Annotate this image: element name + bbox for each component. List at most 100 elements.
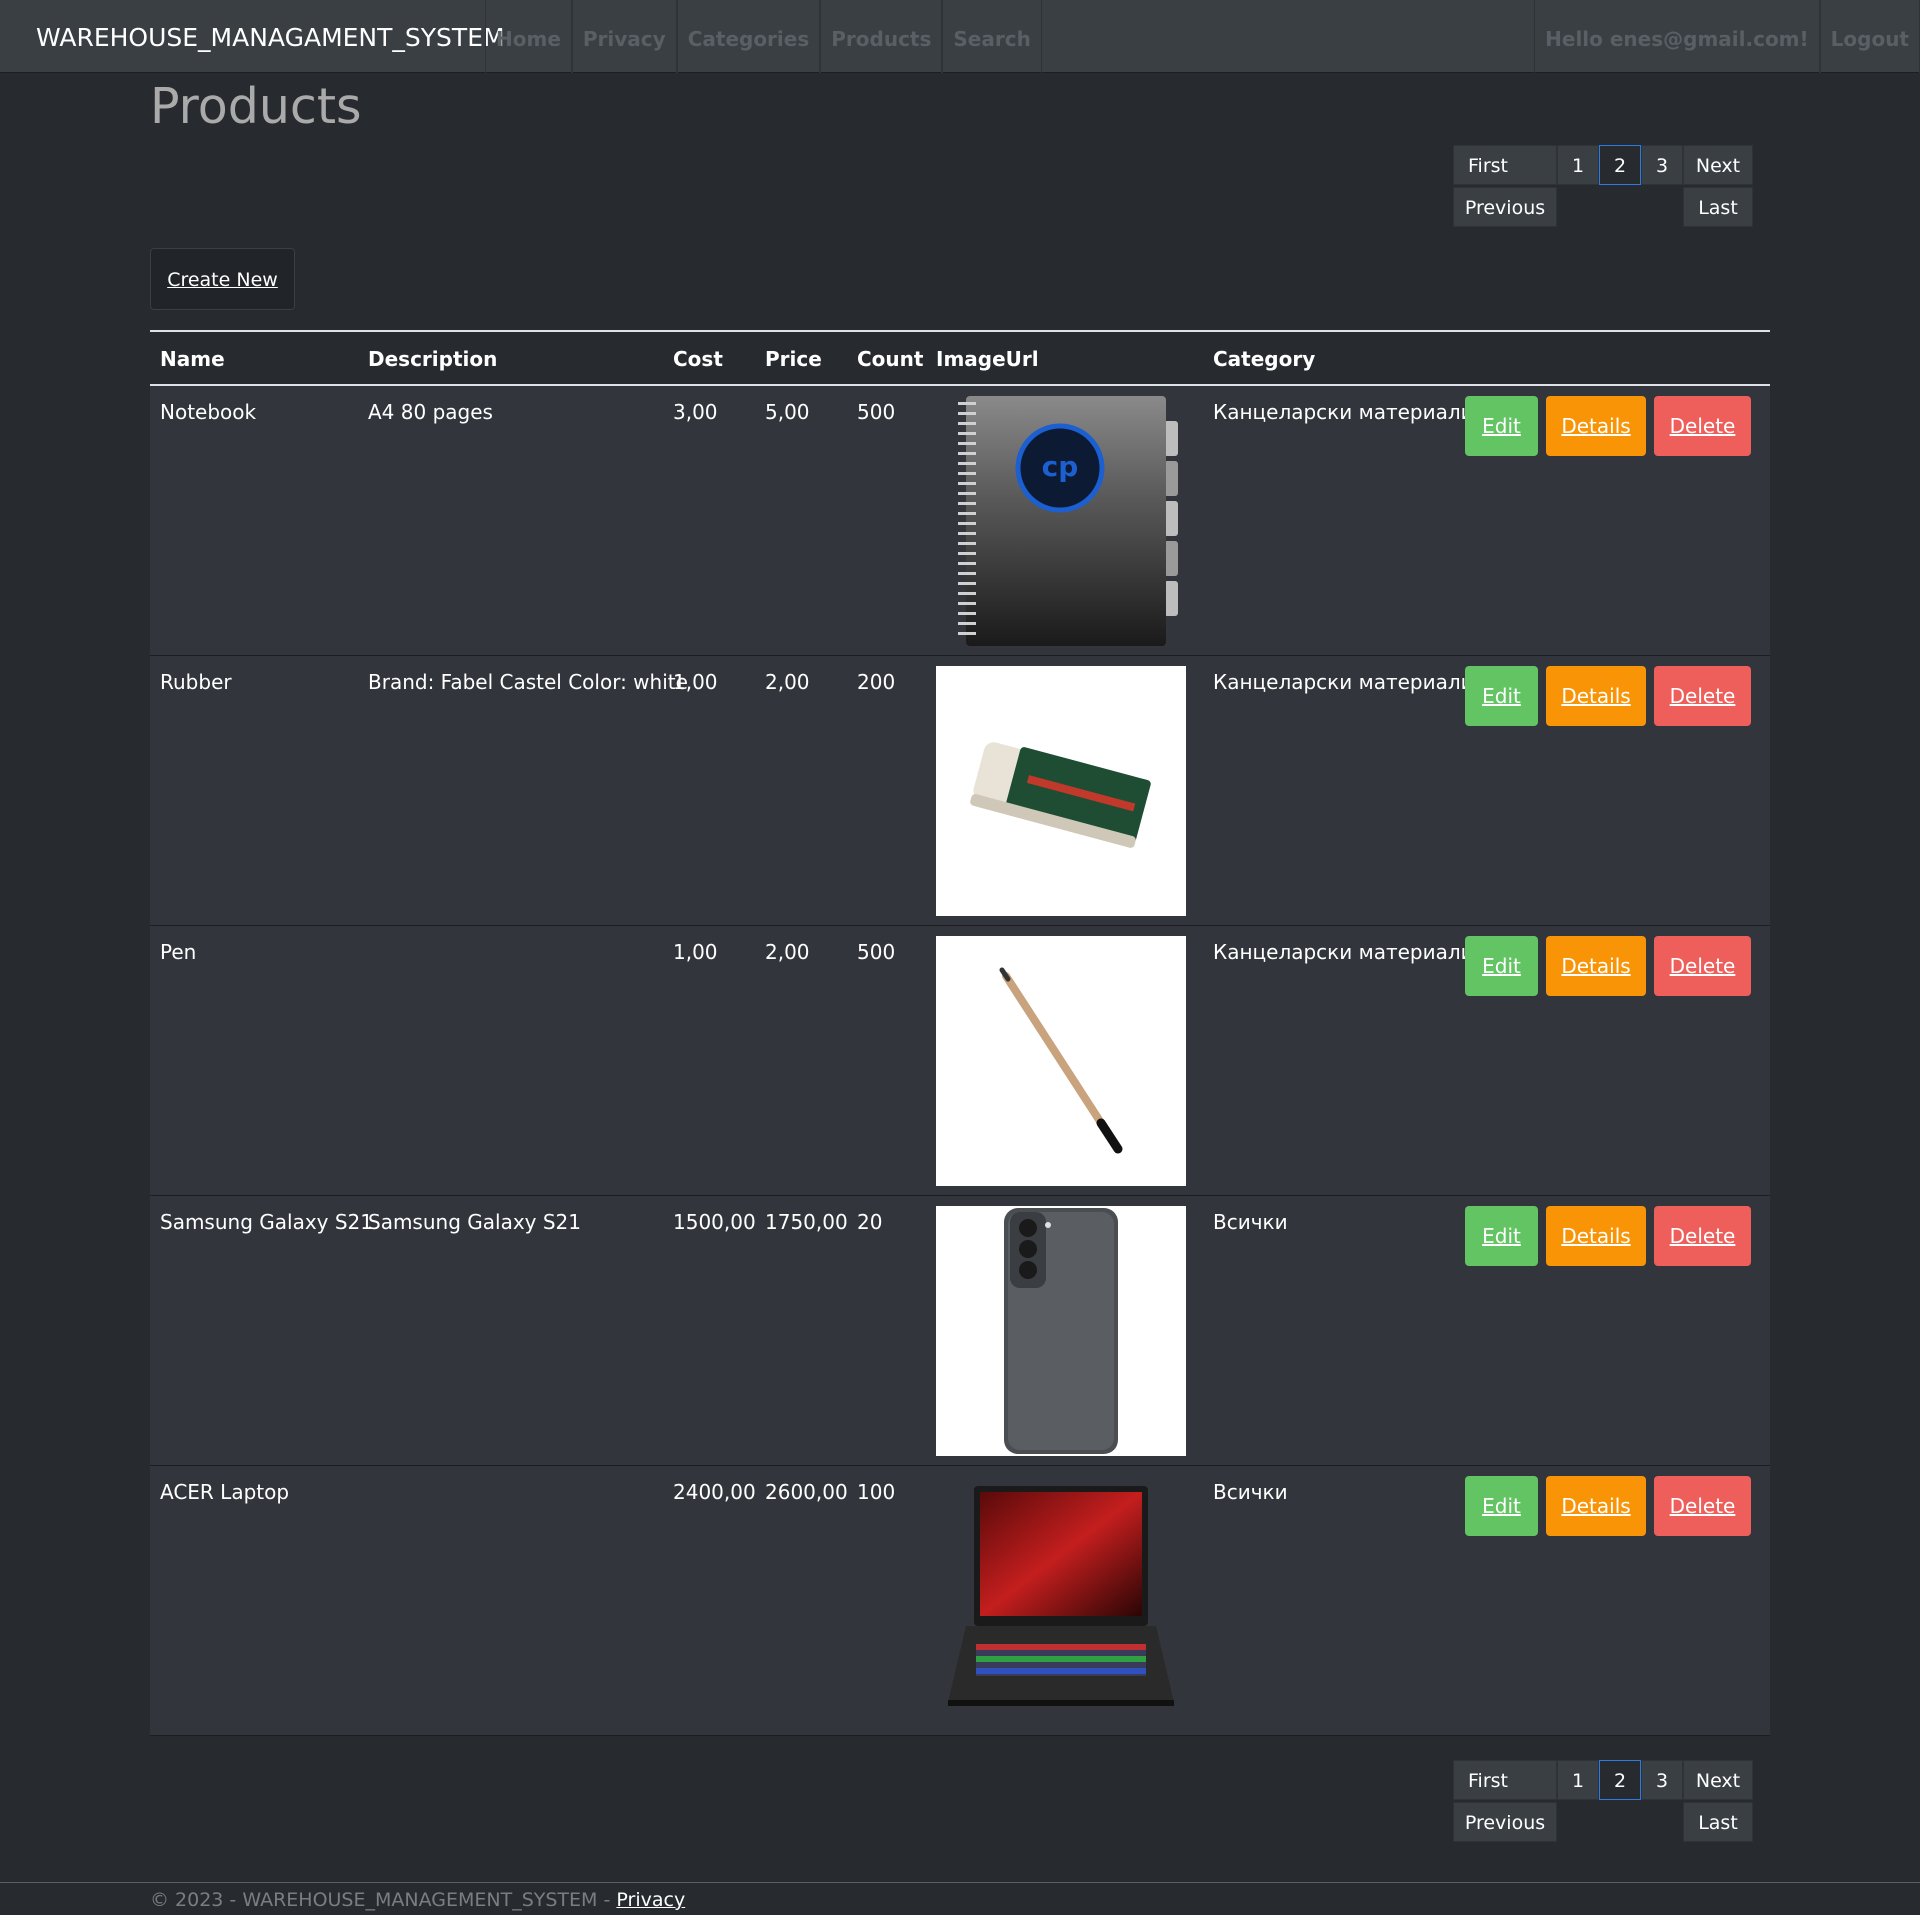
delete-button[interactable]: Delete (1654, 666, 1751, 726)
nav-links: Home Privacy Categories Products Search (485, 0, 1042, 73)
details-button[interactable]: Details (1546, 396, 1646, 456)
edit-button[interactable]: Edit (1465, 1476, 1538, 1536)
notebook-image: cp (936, 396, 1186, 646)
create-new-button[interactable]: Create New (150, 248, 295, 310)
cell-price: 1750,00 (765, 1210, 848, 1234)
cell-description: Samsung Galaxy S21 (368, 1210, 581, 1234)
header-category: Category (1213, 347, 1316, 371)
row-actions: Edit Details Delete (1465, 1476, 1759, 1536)
row-actions: Edit Details Delete (1465, 396, 1759, 456)
header-imageurl: ImageUrl (936, 347, 1039, 371)
table-row: ACER Laptop 2400,00 2600,00 100 Всички E… (150, 1466, 1770, 1736)
cell-cost: 1,00 (673, 940, 718, 964)
table-row: Samsung Galaxy S21 Samsung Galaxy S21 15… (150, 1196, 1770, 1466)
header-price: Price (765, 347, 822, 371)
cell-count: 500 (857, 940, 896, 964)
pencil-image (936, 936, 1186, 1186)
delete-button[interactable]: Delete (1654, 936, 1751, 996)
pager-page-1[interactable]: 1 (1557, 1760, 1599, 1800)
cell-count: 500 (857, 400, 896, 424)
nav-products[interactable]: Products (820, 0, 943, 73)
pager-page-2[interactable]: 2 (1599, 145, 1641, 185)
details-button[interactable]: Details (1546, 666, 1646, 726)
footer-text-wrap: © 2023 - WAREHOUSE_MANAGEMENT_SYSTEM - P… (150, 1889, 685, 1911)
pager-page-2[interactable]: 2 (1599, 1760, 1641, 1800)
delete-button[interactable]: Delete (1654, 396, 1751, 456)
row-actions: Edit Details Delete (1465, 1206, 1759, 1266)
pagination-bottom: First 1 2 3 Next Previous Last (1453, 1760, 1755, 1844)
cell-cost: 1500,00 (673, 1210, 756, 1234)
logout-link[interactable]: Logout (1819, 0, 1920, 73)
pager-next[interactable]: Next (1683, 1760, 1753, 1800)
copyright-text: © 2023 - WAREHOUSE_MANAGEMENT_SYSTEM - (150, 1889, 611, 1911)
row-actions: Edit Details Delete (1465, 666, 1759, 726)
pager-first[interactable]: First (1453, 145, 1557, 185)
pager-page-1[interactable]: 1 (1557, 145, 1599, 185)
edit-button[interactable]: Edit (1465, 936, 1538, 996)
table-row: Notebook A4 80 pages 3,00 5,00 500 cp Ка… (150, 386, 1770, 656)
edit-button[interactable]: Edit (1465, 666, 1538, 726)
laptop-image (936, 1476, 1186, 1726)
cell-name: Pen (160, 940, 197, 964)
pager-next[interactable]: Next (1683, 145, 1753, 185)
nav-privacy[interactable]: Privacy (571, 0, 677, 73)
nav-search[interactable]: Search (942, 0, 1042, 73)
pager-previous[interactable]: Previous (1453, 187, 1557, 227)
cell-category: Канцеларски материали (1213, 940, 1474, 964)
table-row: Pen 1,00 2,00 500 Канцеларски материали … (150, 926, 1770, 1196)
cell-count: 20 (857, 1210, 883, 1234)
cell-name: Notebook (160, 400, 257, 424)
header-count: Count (857, 347, 924, 371)
header-description: Description (368, 347, 498, 371)
cell-category: Всички (1213, 1210, 1288, 1234)
cell-count: 200 (857, 670, 896, 694)
cell-cost: 3,00 (673, 400, 718, 424)
delete-button[interactable]: Delete (1654, 1206, 1751, 1266)
cell-price: 2,00 (765, 940, 810, 964)
products-table: Name Description Cost Price Count ImageU… (150, 330, 1770, 1736)
header-name: Name (160, 347, 225, 371)
svg-text:cp: cp (1042, 450, 1079, 483)
pager-previous[interactable]: Previous (1453, 1802, 1557, 1842)
cell-price: 2,00 (765, 670, 810, 694)
brand-link[interactable]: WAREHOUSE_MANAGAMENT_SYSTEM (36, 0, 505, 73)
edit-button[interactable]: Edit (1465, 1206, 1538, 1266)
details-button[interactable]: Details (1546, 1206, 1646, 1266)
cell-category: Всички (1213, 1480, 1288, 1504)
table-row: Rubber Brand: Fabel Castel Color: white … (150, 656, 1770, 926)
eraser-image (936, 666, 1186, 916)
table-header: Name Description Cost Price Count ImageU… (150, 332, 1770, 386)
cell-price: 5,00 (765, 400, 810, 424)
cell-description: A4 80 pages (368, 400, 493, 424)
user-greeting[interactable]: Hello enes@gmail.com! (1534, 0, 1820, 73)
nav-categories[interactable]: Categories (676, 0, 821, 73)
delete-button[interactable]: Delete (1654, 1476, 1751, 1536)
navbar: WAREHOUSE_MANAGAMENT_SYSTEM Home Privacy… (0, 0, 1920, 73)
details-button[interactable]: Details (1546, 936, 1646, 996)
cell-description: Brand: Fabel Castel Color: white (368, 670, 688, 694)
pager-page-3[interactable]: 3 (1641, 1760, 1683, 1800)
footer-privacy-link[interactable]: Privacy (616, 1889, 685, 1911)
pager-page-3[interactable]: 3 (1641, 145, 1683, 185)
cell-count: 100 (857, 1480, 896, 1504)
pager-last[interactable]: Last (1683, 1802, 1753, 1842)
pagination-top: First 1 2 3 Next Previous Last (1453, 145, 1755, 229)
cell-name: Samsung Galaxy S21 (160, 1210, 373, 1234)
header-cost: Cost (673, 347, 723, 371)
cell-cost: 2400,00 (673, 1480, 756, 1504)
row-actions: Edit Details Delete (1465, 936, 1759, 996)
edit-button[interactable]: Edit (1465, 396, 1538, 456)
phone-image (936, 1206, 1186, 1456)
cell-cost: 1,00 (673, 670, 718, 694)
cell-category: Канцеларски материали (1213, 670, 1474, 694)
cell-category: Канцеларски материали (1213, 400, 1474, 424)
footer: © 2023 - WAREHOUSE_MANAGEMENT_SYSTEM - P… (0, 1882, 1920, 1915)
pager-first[interactable]: First (1453, 1760, 1557, 1800)
cell-price: 2600,00 (765, 1480, 848, 1504)
cell-name: ACER Laptop (160, 1480, 290, 1504)
page-title: Products (150, 78, 362, 135)
details-button[interactable]: Details (1546, 1476, 1646, 1536)
pager-last[interactable]: Last (1683, 187, 1753, 227)
nav-home[interactable]: Home (485, 0, 572, 73)
pager-spacer (1557, 1802, 1683, 1842)
